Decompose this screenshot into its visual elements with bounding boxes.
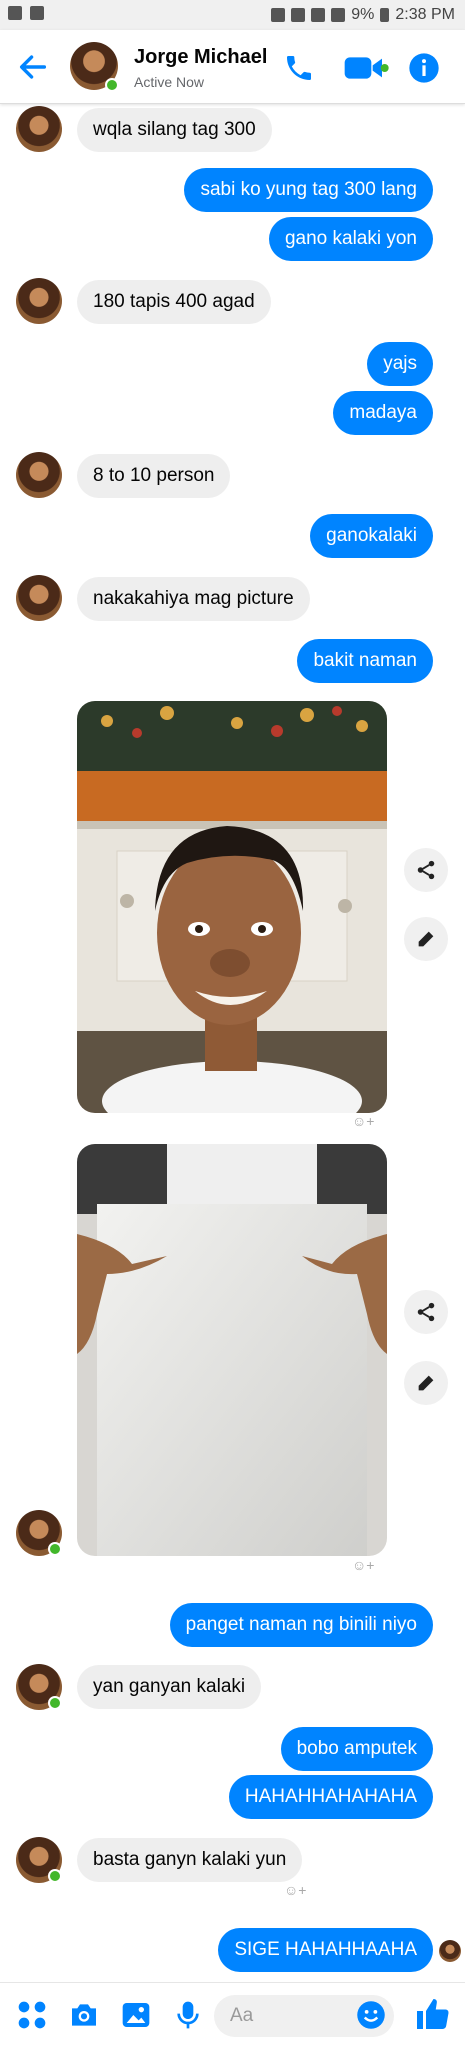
add-reaction-icon[interactable]: ☺+	[352, 1557, 382, 1579]
selfie-image	[77, 701, 387, 1113]
message-bubble-outgoing[interactable]: ganokalaki	[310, 514, 433, 558]
online-indicator	[48, 1696, 62, 1710]
shared-photo-selfie[interactable]	[77, 701, 387, 1113]
message-bubble-incoming[interactable]: wqla silang tag 300	[77, 108, 272, 152]
online-indicator	[48, 1869, 62, 1883]
sender-avatar	[16, 278, 62, 324]
gallery-icon	[30, 6, 44, 20]
contact-name[interactable]: Jorge Michael	[134, 46, 267, 69]
edit-button[interactable]	[404, 1361, 448, 1405]
online-indicator	[105, 78, 119, 92]
microphone-icon[interactable]	[172, 1999, 204, 2031]
sender-avatar	[16, 452, 62, 498]
info-icon[interactable]	[408, 52, 440, 84]
message-bubble-outgoing[interactable]: gano kalaki yon	[268, 217, 433, 261]
seen-avatar	[439, 1940, 461, 1962]
phone-call-icon[interactable]	[283, 52, 315, 84]
message-bubble-outgoing[interactable]: yajs	[367, 342, 433, 386]
share-button[interactable]	[404, 848, 448, 892]
add-reaction-icon[interactable]: ☺+	[284, 1882, 314, 1904]
nfc-icon	[271, 8, 286, 22]
message-bubble-outgoing[interactable]: SIGE HAHAHHAAHA	[218, 1928, 433, 1972]
back-arrow-icon[interactable]	[16, 50, 50, 84]
message-bubble-incoming[interactable]: 180 tapis 400 agad	[77, 280, 271, 324]
message-bubble-outgoing[interactable]: HAHAHHAHAHAHA	[228, 1775, 433, 1819]
share-icon	[417, 860, 435, 880]
message-bubble-outgoing[interactable]: sabi ko yung tag 300 lang	[184, 168, 433, 212]
video-call-icon[interactable]	[343, 52, 389, 84]
camera-icon[interactable]	[68, 1999, 100, 2031]
wifi-icon	[311, 8, 326, 22]
thumbs-up-icon[interactable]	[414, 1996, 450, 2032]
message-bubble-incoming[interactable]: 8 to 10 person	[77, 454, 231, 498]
battery-percent: 9%	[351, 6, 375, 23]
message-bubble-outgoing[interactable]: madaya	[333, 391, 433, 435]
message-bubble-incoming[interactable]: nakakahiya mag picture	[77, 577, 310, 621]
presence-status: Active Now	[134, 74, 205, 90]
alert-icon	[8, 6, 22, 20]
online-indicator	[48, 1542, 62, 1556]
shared-photo-object[interactable]	[77, 1144, 387, 1556]
share-button[interactable]	[404, 1290, 448, 1334]
message-bubble-outgoing[interactable]: panget naman ng binili niyo	[169, 1603, 433, 1647]
emoji-icon[interactable]	[356, 2000, 386, 2030]
message-bubble-outgoing[interactable]: bakit naman	[297, 639, 433, 683]
sender-avatar	[16, 575, 62, 621]
message-bubble-incoming[interactable]: yan ganyan kalaki	[77, 1665, 262, 1709]
battery-icon	[380, 8, 390, 22]
gallery-icon[interactable]	[120, 1999, 152, 2031]
object-image	[77, 1144, 387, 1556]
clock: 2:38 PM	[395, 6, 455, 23]
apps-grid-icon[interactable]	[16, 1999, 48, 2031]
message-bubble-incoming[interactable]: basta ganyn kalaki yun	[77, 1838, 303, 1882]
pencil-icon	[418, 1375, 434, 1391]
message-bubble-outgoing[interactable]: bobo amputek	[280, 1727, 433, 1771]
signal-icon	[331, 8, 346, 22]
sender-avatar	[16, 106, 62, 152]
conversation-header: Jorge Michael Active Now	[0, 30, 465, 104]
pencil-icon	[418, 931, 434, 947]
share-icon	[417, 1302, 435, 1322]
edit-button[interactable]	[404, 917, 448, 961]
message-composer	[0, 1982, 465, 2048]
alarm-icon	[291, 8, 306, 22]
status-bar: 9% 2:38 PM	[0, 0, 465, 30]
add-reaction-icon[interactable]: ☺+	[352, 1113, 382, 1135]
